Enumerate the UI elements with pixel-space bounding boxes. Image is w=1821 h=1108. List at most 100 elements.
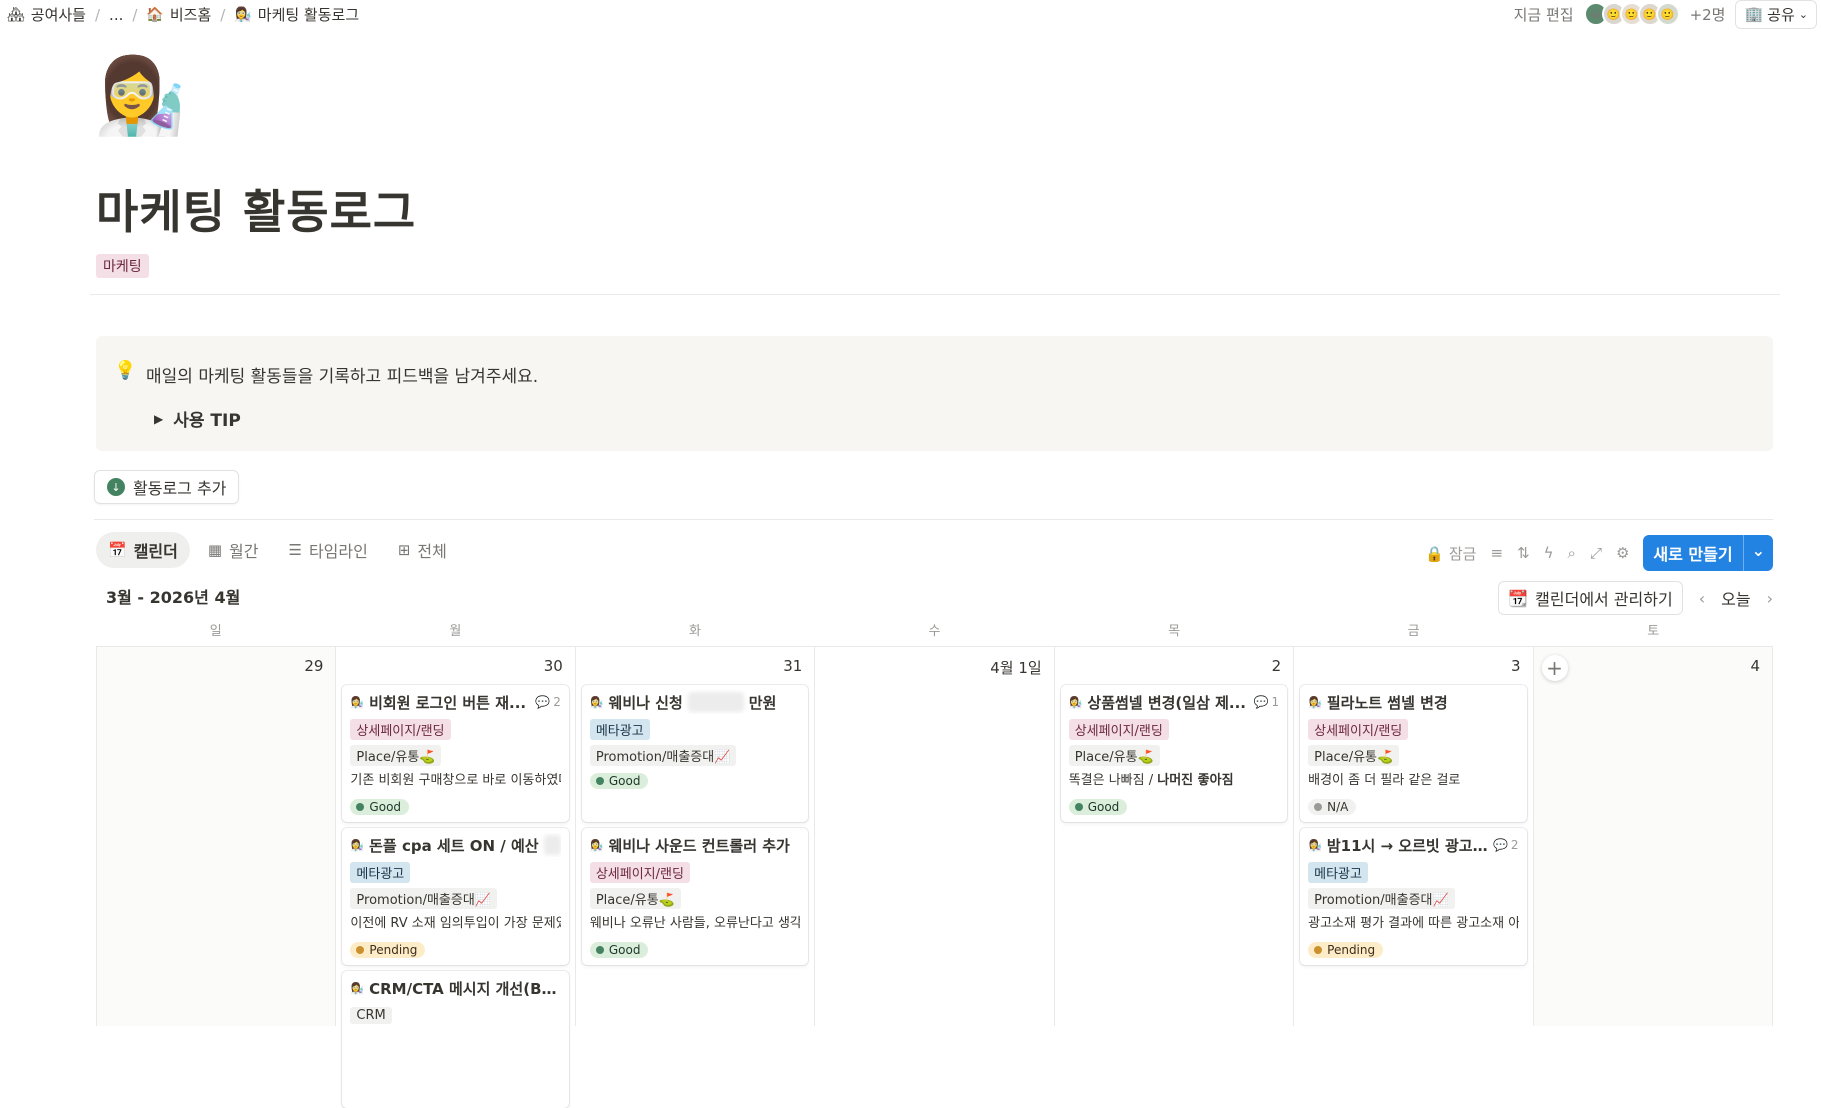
snippet-part: 똑결은 나빠짐 / — [1068, 773, 1158, 788]
callout-block: 💡 매일의 마케팅 활동들을 기록하고 피드백을 남겨주세요. ▶ 사용 TIP — [96, 336, 1773, 451]
tab-monthly[interactable]: ▦ 월간 — [196, 532, 271, 568]
today-button[interactable]: 오늘 — [1721, 586, 1750, 610]
add-event-plus-icon[interactable]: + — [1541, 655, 1568, 681]
category-chip: 메타광고 — [589, 718, 650, 740]
page-tag[interactable]: 마케팅 — [96, 254, 149, 278]
sort-icon[interactable]: ⇅ — [1517, 544, 1530, 562]
card-category: 메타광고 — [350, 861, 560, 883]
card-title: 상품썸넬 변경(일삼 제... — [1087, 693, 1247, 712]
new-button-label[interactable]: 새로 만들기 — [1643, 535, 1742, 571]
event-card[interactable]: 👩‍🔬 상품썸넬 변경(일삼 제... 💬 1 상세페이지/랜딩 Place/유통… — [1060, 685, 1288, 822]
callout-text: 매일의 마케팅 활동들을 기록하고 피드백을 남겨주세요. — [146, 367, 539, 387]
breadcrumb-current[interactable]: 👩‍🔬 마케팅 활동로그 — [231, 2, 362, 27]
tip-toggle[interactable]: ▶ 사용 TIP — [154, 406, 241, 431]
type-chip-label: Place/유통 — [595, 892, 659, 908]
add-log-button[interactable]: ↓ 활동로그 추가 — [94, 470, 240, 504]
card-snippet: 이전에 RV 소재 임의투입이 가장 문제였 — [350, 916, 561, 931]
golf-flag-icon: ⛳ — [1377, 749, 1394, 765]
event-card[interactable]: 👩‍🔬 비회원 로그인 버튼 재... 💬 2 상세페이지/랜딩 Place/유통… — [342, 685, 569, 822]
event-card[interactable]: 👩‍🔬 필라노트 썸넬 변경 상세페이지/랜딩 Place/유통⛳ 배경이 좀 … — [1300, 685, 1527, 822]
toggle-triangle-icon: ▶ — [154, 411, 164, 426]
chevron-down-icon[interactable]: ⌄ — [1742, 535, 1773, 571]
card-type: Promotion/매출증대📈 — [589, 744, 800, 766]
comment-count: 💬 2 — [1493, 838, 1519, 852]
breadcrumb-home-label: 비즈홈 — [169, 6, 212, 24]
card-status: Good — [1068, 796, 1279, 818]
page-icon-scientist[interactable]: 👩‍🔬 — [94, 52, 186, 140]
view-tabs: 📅 캘린더 ▦ 월간 ☰ 타임라인 ⊞ 전체 — [96, 532, 459, 568]
calendar-day-cell[interactable]: 2 👩‍🔬 상품썸넬 변경(일삼 제... 💬 1 상세페이지/랜딩 Place/… — [1055, 647, 1295, 1026]
card-type: Promotion/매출증대📈 — [1308, 887, 1518, 909]
breadcrumb-current-label: 마케팅 활동로그 — [257, 6, 360, 24]
calendar-day-cell[interactable]: 29 — [97, 647, 337, 1026]
avatar[interactable]: 🙂 — [1655, 2, 1680, 26]
automation-lightning-icon[interactable]: ϟ — [1544, 544, 1554, 562]
card-title: 밤11시 → 오르빗 광고... — [1326, 836, 1488, 855]
event-card[interactable]: 👩‍🔬 CRM/CTA 메시지 개선(B2B) CRM — [342, 971, 569, 1108]
category-chip: 메타광고 — [1308, 861, 1368, 883]
category-chip: 상세페이지/랜딩 — [1068, 718, 1169, 740]
type-chip: Promotion/매출증대📈 — [1308, 887, 1455, 909]
day-number: 3 — [1511, 657, 1521, 675]
more-users-count[interactable]: +2명 — [1690, 4, 1726, 25]
weekday-label: 금 — [1407, 624, 1420, 639]
settings-sliders-icon[interactable]: ⚙ — [1616, 544, 1629, 562]
prev-arrow-icon[interactable]: ‹ — [1699, 589, 1705, 608]
table-icon: ⊞ — [397, 541, 411, 559]
lock-button[interactable]: 🔒 잠금 — [1425, 543, 1476, 564]
scientist-icon: 👩‍🔬 — [1308, 838, 1322, 852]
page-title[interactable]: 마케팅 활동로그 — [96, 176, 416, 242]
type-chip: Place/유통⛳ — [589, 887, 681, 909]
event-card[interactable]: 👩‍🔬 돈플 cpa 세트 ON / 예산 메타광고 Promotion/매출증… — [342, 828, 569, 965]
category-chip: 상세페이지/랜딩 — [350, 718, 451, 740]
breadcrumb-ellipsis[interactable]: ... — [106, 4, 126, 26]
type-chip-label: Place/유통 — [356, 749, 420, 765]
new-button[interactable]: 새로 만들기 ⌄ — [1643, 535, 1773, 571]
tab-calendar[interactable]: 📅 캘린더 — [96, 532, 190, 568]
breadcrumb-home[interactable]: 🏠 비즈홈 — [143, 2, 214, 27]
type-chip: Place/유통⛳ — [1068, 744, 1160, 766]
tab-label: 캘린더 — [133, 542, 178, 561]
day-cards: 👩‍🔬 비회원 로그인 버튼 재... 💬 2 상세페이지/랜딩 Place/유통… — [342, 685, 569, 1108]
manage-in-calendar-button[interactable]: 📆 캘린더에서 관리하기 — [1498, 581, 1683, 615]
event-card[interactable]: 👩‍🔬 웨비나 사운드 컨트롤러 추가 상세페이지/랜딩 Place/유통⛳ 웨… — [581, 828, 809, 965]
status-label: Good — [608, 943, 641, 957]
comment-icon: 💬 — [1492, 838, 1508, 852]
breadcrumb-workspace[interactable]: 🏘 공여사들 — [4, 2, 89, 27]
workspace-icon: 🏘 — [7, 6, 25, 23]
share-button[interactable]: 🏢 공유 ⌄ — [1735, 0, 1817, 29]
editing-status: 지금 편집 — [1513, 5, 1574, 24]
status-badge: N/A — [1308, 799, 1357, 815]
scientist-icon: 👩‍🔬 — [350, 981, 365, 995]
calendar-icon: 📅 — [108, 541, 127, 559]
breadcrumb-separator: / — [132, 5, 138, 24]
top-bar: 🏘 공여사들 / ... / 🏠 비즈홈 / 👩‍🔬 마케팅 활동로그 지금 편… — [0, 0, 1821, 29]
calendar-day-cell[interactable]: 3 👩‍🔬 필라노트 썸넬 변경 상세페이지/랜딩 Place/유통⛳ 배경이 … — [1294, 647, 1534, 1026]
calendar-day-cell[interactable]: 30 👩‍🔬 비회원 로그인 버튼 재... 💬 2 상세페이지/랜딩 Place… — [336, 647, 576, 1108]
calendar-day-cell[interactable]: 4월 1일 — [815, 647, 1055, 1026]
table-grid-icon: ▦ — [207, 541, 223, 559]
event-card[interactable]: 👩‍🔬 웨비나 신청 만원 메타광고 Promotion/매출증대📈 Good — [581, 685, 809, 822]
tab-label: 월간 — [229, 542, 259, 561]
filter-icon[interactable]: ≡ — [1490, 544, 1503, 562]
card-snippet: 웨비나 오류난 사람들, 오류난다고 생각! — [589, 916, 801, 931]
card-category: 메타광고 — [589, 718, 800, 740]
collaborator-avatars[interactable]: 😀 🙂 🙂 🙂 🙂 — [1583, 2, 1680, 26]
calendar-day-cell[interactable]: + 4 — [1533, 647, 1773, 1026]
comment-count-value: 2 — [1510, 838, 1519, 852]
day-number: 4월 1일 — [990, 659, 1042, 677]
category-chip: 메타광고 — [350, 861, 411, 883]
status-dot — [595, 946, 604, 954]
lock-label: 잠금 — [1448, 544, 1477, 563]
next-arrow-icon[interactable]: › — [1767, 589, 1773, 608]
calendar-nav: 📆 캘린더에서 관리하기 ‹ 오늘 › — [1498, 581, 1773, 615]
divider — [90, 294, 1780, 295]
search-icon[interactable]: ⌕ — [1568, 544, 1576, 562]
calendar-day-cell[interactable]: 31 👩‍🔬 웨비나 신청 만원 메타광고 Promotion/매출증대📈 Go… — [576, 647, 816, 1026]
tab-timeline[interactable]: ☰ 타임라인 — [277, 532, 380, 568]
status-dot — [1314, 803, 1323, 811]
expand-icon[interactable]: ⤢ — [1590, 544, 1602, 562]
tab-all[interactable]: ⊞ 전체 — [386, 532, 459, 568]
event-card[interactable]: 👩‍🔬 밤11시 → 오르빗 광고... 💬 2 메타광고 Promotion/매… — [1300, 828, 1527, 965]
card-title: 웨비나 신청 — [608, 693, 683, 712]
